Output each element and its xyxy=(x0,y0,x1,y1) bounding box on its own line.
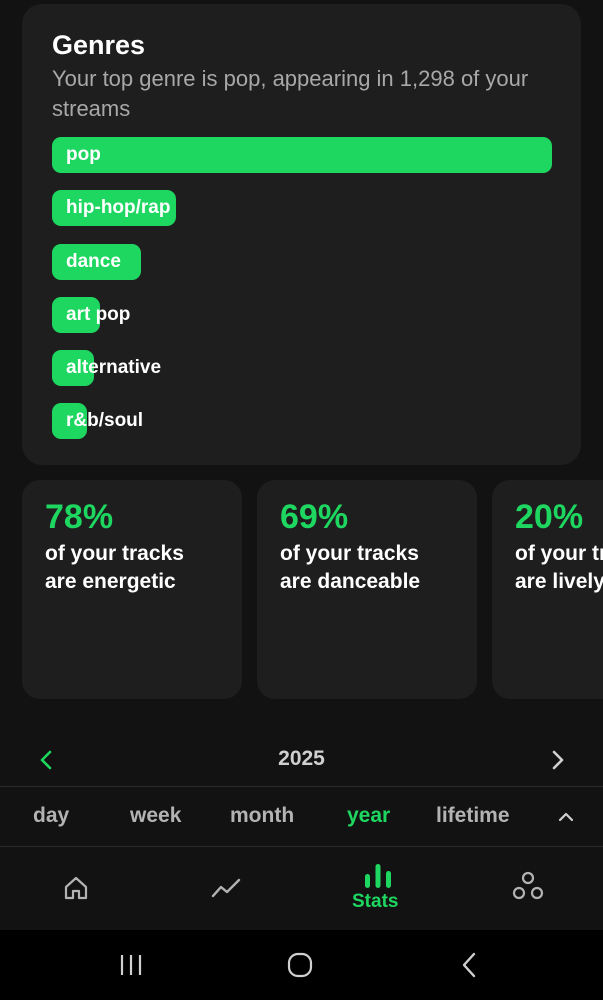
nav-stats-label: Stats xyxy=(352,891,399,912)
range-tabs: day week month year lifetime xyxy=(0,786,603,847)
genre-row-hip-hop-rap[interactable]: hip-hop/rap xyxy=(52,190,552,226)
nav-home[interactable] xyxy=(40,848,110,930)
stat-description: of your tracks are energetic xyxy=(45,540,235,596)
bar-chart-icon xyxy=(365,864,391,888)
stat-description-line: are energetic xyxy=(45,570,176,593)
genre-row-pop[interactable]: pop xyxy=(52,137,552,173)
stat-percent: 20% xyxy=(515,498,584,536)
nav-stats[interactable]: Stats xyxy=(340,848,420,930)
stat-description-line: of your tracks xyxy=(45,542,184,565)
tab-week[interactable]: week xyxy=(130,804,181,828)
chevron-up-icon[interactable] xyxy=(556,807,576,827)
genre-label: art pop xyxy=(66,304,131,325)
stat-percent: 78% xyxy=(45,498,114,536)
nav-trends[interactable] xyxy=(190,848,260,930)
genres-card: Genres Your top genre is pop, appearing … xyxy=(22,4,581,465)
recent-apps-icon[interactable] xyxy=(116,950,146,980)
genre-label: alternative xyxy=(66,357,162,378)
genre-row-alternative[interactable]: alternative xyxy=(52,350,552,386)
stat-description-line: of your tracks xyxy=(280,542,419,565)
chevron-right-icon[interactable] xyxy=(544,747,570,773)
stat-description-line: of your tracks xyxy=(515,542,603,565)
genre-row-dance[interactable]: dance xyxy=(52,244,552,280)
stat-description: of your tracks are danceable xyxy=(280,540,470,596)
genres-title: Genres xyxy=(52,30,146,60)
stat-card-danceable[interactable]: 69% of your tracks are danceable xyxy=(257,480,477,699)
genre-label: dance xyxy=(66,251,121,272)
year-label: 2025 xyxy=(278,747,325,770)
system-navigation-bar xyxy=(0,930,603,1000)
stat-description-line: are danceable xyxy=(280,570,421,593)
genre-row-art-pop[interactable]: art pop xyxy=(52,297,552,333)
genre-label: hip-hop/rap xyxy=(66,197,171,218)
stat-description-line: are lively xyxy=(515,570,603,593)
genre-bar xyxy=(52,137,552,173)
genre-row-rnb-soul[interactable]: r&b/soul xyxy=(52,403,552,439)
tab-lifetime[interactable]: lifetime xyxy=(436,804,510,828)
back-chevron-icon[interactable] xyxy=(455,950,485,980)
people-dots-icon xyxy=(512,871,544,900)
app-screen: Genres Your top genre is pop, appearing … xyxy=(0,0,603,1000)
home-circle-icon[interactable] xyxy=(285,950,315,980)
stat-percent: 69% xyxy=(280,498,349,536)
stat-card-lively[interactable]: 20% of your tracks are lively xyxy=(492,480,603,699)
tab-month[interactable]: month xyxy=(230,804,294,828)
tab-day[interactable]: day xyxy=(33,804,69,828)
trend-line-icon xyxy=(211,878,241,898)
tab-year[interactable]: year xyxy=(347,804,390,828)
home-icon xyxy=(64,876,88,900)
genres-subtitle: Your top genre is pop, appearing in 1,29… xyxy=(52,66,529,121)
bottom-nav: Stats xyxy=(0,848,603,930)
stat-description: of your tracks are lively xyxy=(515,540,603,596)
nav-social[interactable] xyxy=(495,848,565,930)
stat-card-energetic[interactable]: 78% of your tracks are energetic xyxy=(22,480,242,699)
year-selector: 2025 xyxy=(0,735,603,785)
genre-label: r&b/soul xyxy=(66,410,144,431)
genre-label: pop xyxy=(66,144,101,165)
